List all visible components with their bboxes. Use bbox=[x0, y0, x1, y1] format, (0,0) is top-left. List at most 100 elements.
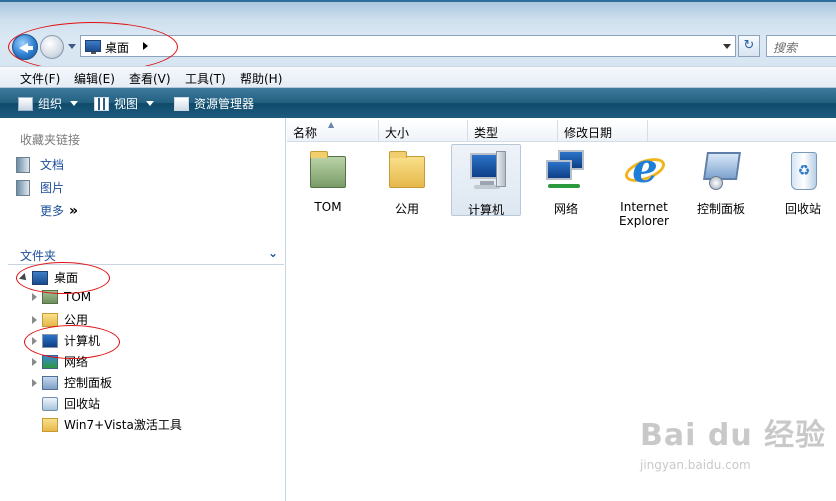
tree-label-activation-tool: Win7+Vista激活工具 bbox=[64, 418, 182, 432]
panel-screen bbox=[703, 152, 741, 180]
window-top-edge bbox=[0, 0, 836, 2]
item-label: 网络 bbox=[553, 202, 578, 216]
pictures-icon bbox=[16, 179, 30, 196]
folder-icon bbox=[42, 312, 58, 327]
recycle-symbol: ♻ bbox=[797, 163, 811, 179]
network-icon bbox=[542, 146, 590, 194]
address-bar[interactable]: 桌面 bbox=[80, 35, 736, 57]
chevron-down-icon bbox=[70, 101, 79, 106]
item-public[interactable]: 公用 bbox=[372, 146, 442, 217]
favorites-more-label: 更多 bbox=[40, 204, 65, 218]
back-button[interactable] bbox=[12, 34, 38, 60]
recycle-bin-icon: ♻ bbox=[779, 146, 827, 194]
favorite-documents[interactable]: 文档 bbox=[16, 156, 64, 173]
search-placeholder: 搜索 bbox=[773, 41, 798, 55]
organize-button[interactable]: 组织 bbox=[18, 95, 79, 112]
item-label: 回收站 bbox=[784, 202, 821, 216]
desktop-icon bbox=[32, 270, 48, 285]
expand-icon[interactable] bbox=[32, 378, 38, 387]
item-label: Internet Explorer bbox=[619, 200, 669, 228]
internet-explorer-icon: e bbox=[620, 145, 669, 194]
address-dropdown-icon[interactable] bbox=[723, 44, 731, 49]
favorite-pictures[interactable]: 图片 bbox=[16, 179, 64, 196]
tree-label-control-panel: 控制面板 bbox=[64, 376, 113, 390]
item-network[interactable]: 网络 bbox=[531, 146, 601, 217]
tree-item-computer[interactable]: 计算机 bbox=[32, 332, 100, 349]
item-internet-explorer[interactable]: e Internet Explorer bbox=[609, 145, 679, 229]
chevron-down-icon bbox=[146, 101, 155, 106]
column-size[interactable]: 大小 bbox=[379, 120, 468, 142]
tree-item-recycle-bin[interactable]: 回收站 bbox=[32, 395, 100, 412]
tower-shape bbox=[496, 151, 506, 187]
desktop-icon bbox=[85, 40, 101, 54]
tree-label-tom: TOM bbox=[64, 290, 92, 304]
tree-item-activation-tool[interactable]: Win7+Vista激活工具 bbox=[32, 416, 182, 433]
folder-shape bbox=[310, 151, 346, 188]
recent-pages-dropdown[interactable] bbox=[68, 44, 76, 49]
favorite-documents-label: 文档 bbox=[40, 158, 65, 172]
explorer-icon bbox=[174, 96, 189, 111]
tree-item-desktop[interactable]: 桌面 bbox=[19, 269, 79, 286]
column-modified-label: 修改日期 bbox=[564, 126, 613, 140]
tree-label-network: 网络 bbox=[64, 355, 89, 369]
organize-icon bbox=[18, 96, 33, 111]
ie-e-letter: e bbox=[632, 145, 658, 192]
item-tom[interactable]: TOM bbox=[293, 146, 363, 214]
monitor-shape bbox=[546, 160, 572, 180]
item-control-panel[interactable]: 控制面板 bbox=[686, 146, 756, 217]
computer-icon bbox=[42, 333, 58, 348]
tree-item-tom[interactable]: TOM bbox=[32, 290, 91, 304]
expand-icon[interactable] bbox=[32, 315, 38, 324]
address-location[interactable]: 桌面 bbox=[105, 39, 129, 56]
tree-label-public: 公用 bbox=[64, 313, 89, 327]
column-name[interactable]: 名称 ▲ bbox=[287, 120, 379, 142]
panel-dial bbox=[709, 176, 723, 190]
forward-button[interactable] bbox=[40, 35, 64, 59]
network-cable bbox=[548, 184, 580, 188]
favorite-pictures-label: 图片 bbox=[40, 181, 65, 195]
tree-label-computer: 计算机 bbox=[64, 334, 101, 348]
user-folder-icon bbox=[304, 146, 352, 194]
item-label: TOM bbox=[314, 200, 342, 214]
column-header-row: 名称 ▲ 大小 类型 修改日期 bbox=[287, 120, 836, 142]
views-button[interactable]: 视图 bbox=[94, 95, 155, 112]
computer-icon bbox=[462, 147, 510, 195]
column-type-label: 类型 bbox=[474, 126, 499, 140]
menu-tools[interactable]: 工具(T) bbox=[185, 70, 226, 87]
menu-view[interactable]: 查看(V) bbox=[129, 70, 171, 87]
item-computer[interactable]: 计算机 bbox=[451, 144, 521, 217]
expand-icon[interactable] bbox=[32, 336, 38, 345]
menu-bar: 文件(F) 编辑(E) 查看(V) 工具(T) 帮助(H) bbox=[0, 66, 836, 88]
explorer-button[interactable]: 资源管理器 bbox=[174, 95, 254, 112]
item-label: 控制面板 bbox=[696, 202, 745, 216]
column-modified[interactable]: 修改日期 bbox=[558, 120, 648, 142]
expand-icon[interactable] bbox=[32, 357, 38, 366]
network-icon bbox=[42, 354, 58, 369]
search-input[interactable]: 搜索 bbox=[766, 35, 836, 57]
tree-item-control-panel[interactable]: 控制面板 bbox=[32, 374, 112, 391]
command-bar: 组织 视图 资源管理器 bbox=[0, 88, 836, 118]
breadcrumb-chevron-icon[interactable] bbox=[143, 42, 148, 50]
menu-edit[interactable]: 编辑(E) bbox=[74, 70, 115, 87]
user-folder-icon bbox=[42, 290, 58, 304]
item-recycle-bin[interactable]: ♻ 回收站 bbox=[768, 146, 836, 217]
refresh-button[interactable]: ↻ bbox=[738, 35, 760, 57]
folders-title: 文件夹 bbox=[20, 249, 57, 263]
favorites-more-link[interactable]: 更多 » bbox=[40, 202, 78, 219]
documents-icon bbox=[16, 156, 30, 173]
expand-icon[interactable] bbox=[32, 293, 38, 301]
tree-item-network[interactable]: 网络 bbox=[32, 353, 88, 370]
menu-file[interactable]: 文件(F) bbox=[20, 70, 60, 87]
folders-header[interactable]: 文件夹 ⌄ bbox=[8, 241, 284, 265]
tree-item-public[interactable]: 公用 bbox=[32, 311, 88, 328]
chevron-down-icon[interactable]: ⌄ bbox=[268, 246, 278, 260]
item-label: 计算机 bbox=[467, 203, 504, 217]
explorer-label: 资源管理器 bbox=[194, 97, 255, 111]
expand-open-icon[interactable] bbox=[19, 272, 29, 283]
tree-label-desktop: 桌面 bbox=[54, 271, 79, 285]
folder-icon bbox=[42, 417, 58, 432]
column-type[interactable]: 类型 bbox=[468, 120, 558, 142]
menu-help[interactable]: 帮助(H) bbox=[240, 70, 282, 87]
